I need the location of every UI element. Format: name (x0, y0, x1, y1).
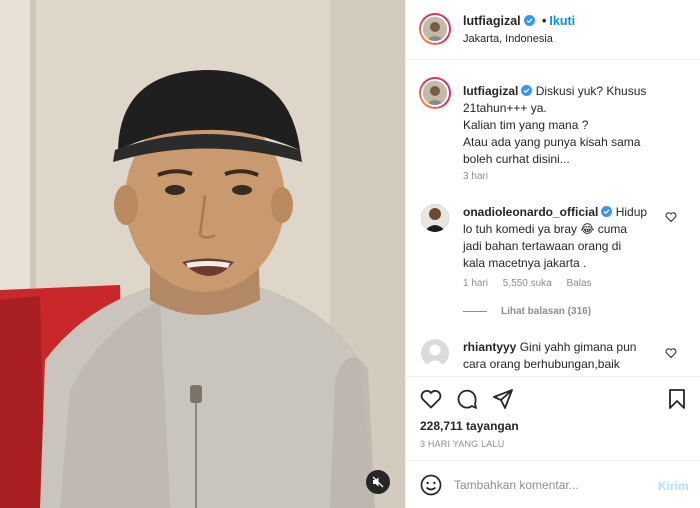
verified-badge-icon (521, 85, 533, 96)
follow-label: Ikuti (549, 14, 576, 28)
follow-button[interactable]: • Ikuti (542, 14, 575, 28)
view-replies-label: Lihat balasan (316) (501, 306, 592, 317)
comments-list[interactable]: lutfiagizal Diskusi yuk? Khusus 21tahun+… (406, 61, 700, 376)
verified-badge-icon (601, 206, 613, 217)
separator-dot: • (542, 14, 547, 28)
divider-line (463, 310, 487, 312)
heart-icon[interactable] (419, 387, 443, 411)
caption-username[interactable]: lutfiagizal (463, 84, 518, 98)
caption-line: 21tahun+++ ya. (463, 101, 547, 115)
post-header: lutfiagizal • Ikuti Jakarta, Indonesia (406, 0, 700, 60)
comment-line: Gini yahh gimana pun (519, 340, 637, 354)
bookmark-icon[interactable] (665, 387, 689, 411)
like-comment-heart-icon[interactable] (665, 211, 677, 223)
comment-meta: 1 hari 5,550 suka Balas (463, 278, 604, 289)
comment-username[interactable]: onadioleonardo_official (463, 205, 598, 219)
mute-button[interactable] (366, 470, 390, 494)
comment-line: kala macetnya jakarta . (463, 256, 587, 270)
comment-line: Hidup (615, 205, 648, 219)
post-actions: 228,711 tayangan 3 HARI YANG LALU (406, 376, 700, 456)
comment-line: lo tuh komedi ya bray 😂 cuma (463, 222, 628, 236)
caption-line: boleh curhat disini... (463, 152, 570, 166)
avatar-image (421, 204, 449, 232)
post-video[interactable] (0, 0, 405, 508)
post-timestamp[interactable]: 3 HARI YANG LALU (420, 439, 504, 449)
comment-time[interactable]: 1 hari (463, 278, 488, 289)
author-avatar[interactable] (419, 13, 451, 45)
commenter-avatar[interactable] (421, 339, 449, 367)
video-frame-image (0, 0, 405, 508)
comment-body: rhiantyyy Gini yahh gimana pun cara oran… (463, 339, 663, 373)
caption-time[interactable]: 3 hari (463, 171, 488, 182)
comment-body: onadioleonardo_official Hidup lo tuh kom… (463, 204, 663, 272)
author-username-row: lutfiagizal (463, 14, 535, 28)
caption-meta: 3 hari (463, 171, 500, 182)
view-replies-button[interactable]: Lihat balasan (316) (463, 306, 591, 317)
comment-input[interactable] (454, 474, 644, 496)
comment-reply-button[interactable]: Balas (567, 278, 592, 289)
post-comment-button[interactable]: Kirim (658, 479, 689, 493)
avatar-image (423, 17, 447, 41)
caption-author-avatar[interactable] (419, 77, 451, 109)
commenter-avatar[interactable] (421, 204, 449, 232)
caption-line: Atau ada yang punya kisah sama (463, 135, 641, 149)
comment-likes[interactable]: 5,550 suka (503, 278, 552, 289)
view-count[interactable]: 228,711 tayangan (420, 419, 519, 433)
author-username[interactable]: lutfiagizal (463, 14, 521, 28)
caption-line: Diskusi yuk? Khusus (535, 84, 647, 98)
comment-username[interactable]: rhiantyyy (463, 340, 516, 354)
comment-icon[interactable] (455, 387, 479, 411)
default-avatar-icon (421, 339, 449, 367)
comment-line: cara orang berhubungan,baik (463, 357, 620, 371)
caption-line: Kalian tim yang mana ? (463, 118, 589, 132)
add-comment-bar: Kirim (406, 460, 700, 508)
speaker-muted-icon (372, 476, 384, 488)
avatar-image (423, 81, 447, 105)
comment-line: jadi bahan tertawaan orang di (463, 239, 622, 253)
post-caption: lutfiagizal Diskusi yuk? Khusus 21tahun+… (463, 83, 688, 168)
post-sidebar: lutfiagizal • Ikuti Jakarta, Indonesia lu… (405, 0, 700, 508)
paper-plane-icon[interactable] (491, 387, 515, 411)
verified-badge-icon (523, 15, 535, 26)
post-location[interactable]: Jakarta, Indonesia (463, 33, 553, 45)
like-comment-heart-icon[interactable] (665, 347, 677, 359)
smiley-icon[interactable] (419, 473, 443, 497)
